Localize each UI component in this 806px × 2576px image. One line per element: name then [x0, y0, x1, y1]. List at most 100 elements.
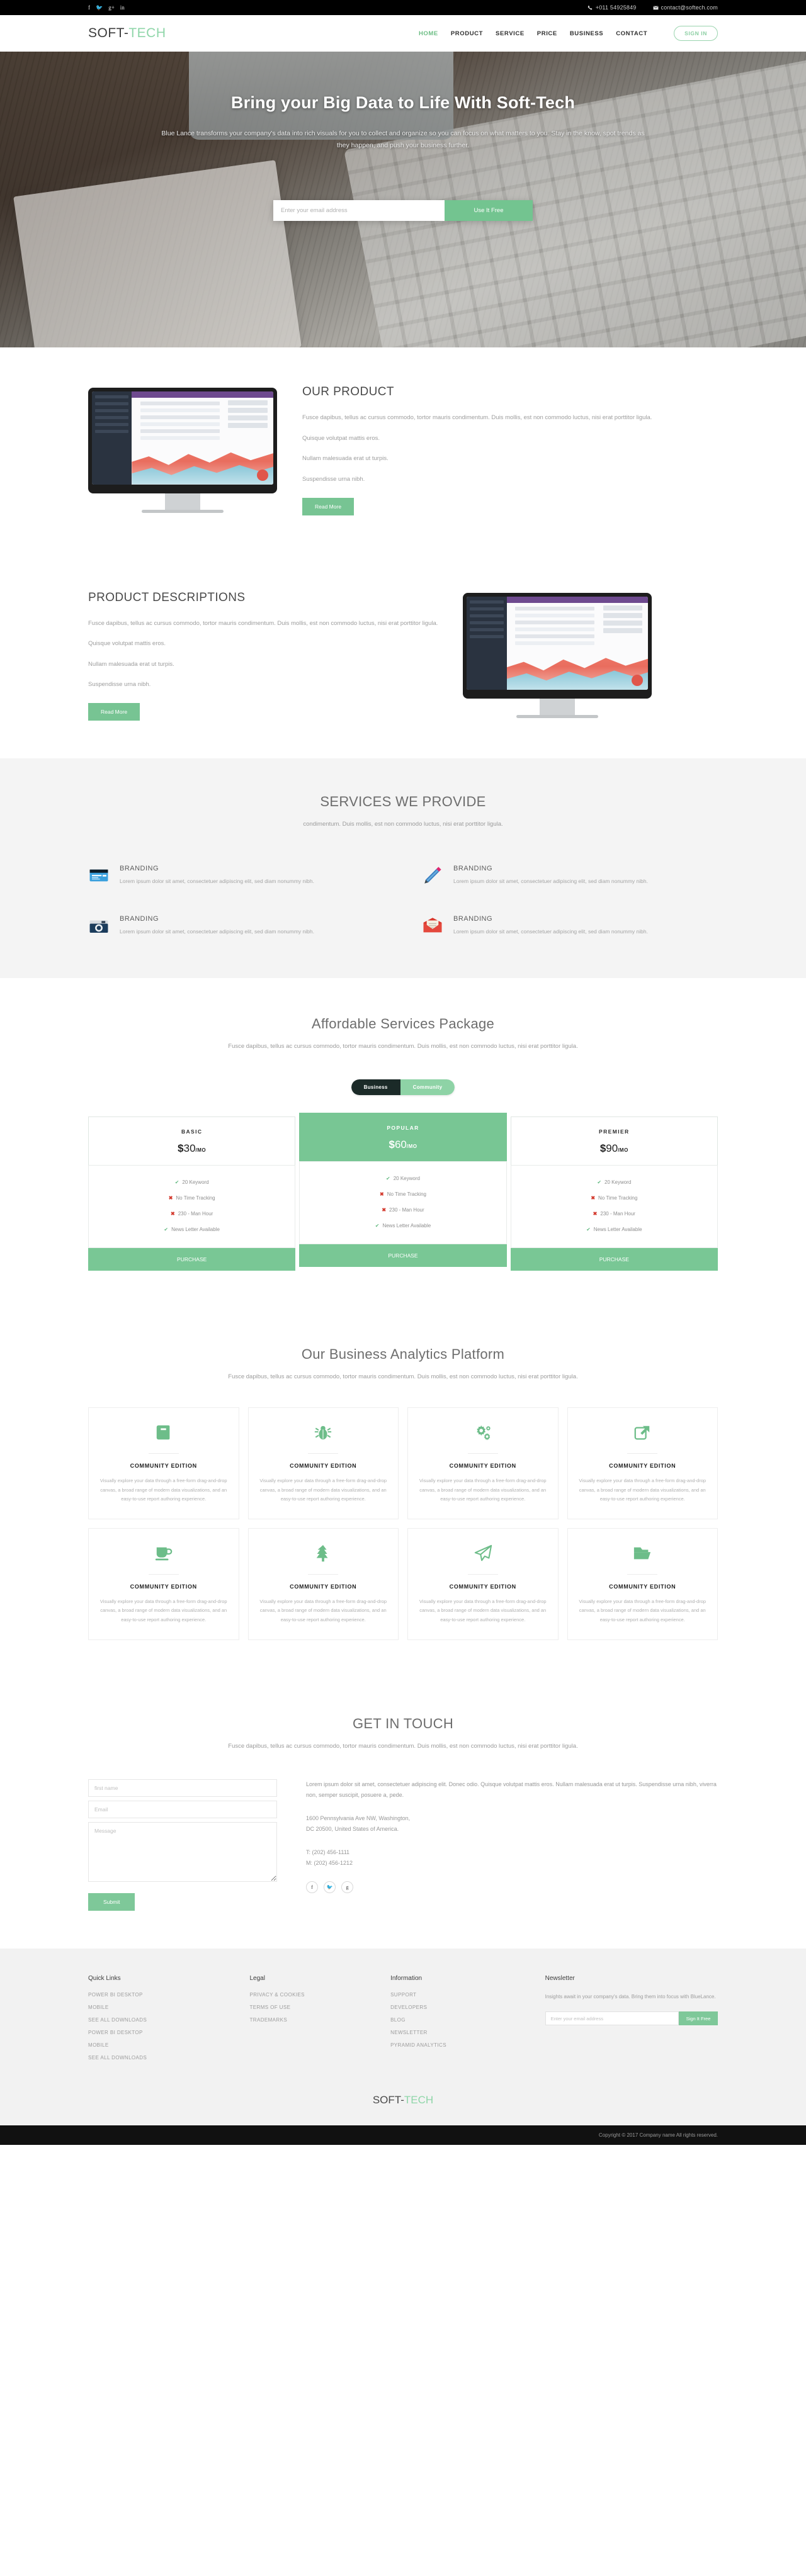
- plan-feature: ✖ 230 - Man Hour: [382, 1207, 424, 1213]
- plan-purchase-button[interactable]: PURCHASE: [88, 1248, 296, 1271]
- external-link-icon: [634, 1426, 650, 1440]
- footer-link[interactable]: PYRAMID ANALYTICS: [390, 2042, 529, 2048]
- plan-purchase-button[interactable]: PURCHASE: [299, 1244, 507, 1268]
- twitter-icon[interactable]: 🐦: [96, 4, 103, 11]
- contact-subtitle: Fusce dapibus, tellus ac cursus commodo,…: [228, 1742, 578, 1750]
- product-desc-read-more-button[interactable]: Read More: [88, 703, 140, 721]
- topbar-email[interactable]: contact@softech.com: [652, 4, 718, 11]
- edition-card[interactable]: COMMUNITY EDITION Visually explore your …: [407, 1407, 559, 1520]
- footer-link[interactable]: NEWSLETTER: [390, 2030, 529, 2035]
- nav-item-business[interactable]: BUSINESS: [570, 30, 603, 37]
- contact-info: Lorem ipsum dolor sit amet, consectetuer…: [306, 1779, 718, 1911]
- footer-link[interactable]: SEE ALL DOWNLOADS: [88, 2017, 234, 2023]
- service-card[interactable]: BRANDING Lorem ipsum dolor sit amet, con…: [422, 865, 718, 886]
- product-paragraph-4: Suspendisse urna nibh.: [302, 475, 365, 483]
- product-read-more-button[interactable]: Read More: [302, 497, 355, 515]
- footer-logo-main: SOFT-: [372, 2093, 404, 2106]
- twitter-icon[interactable]: 🐦: [324, 1881, 336, 1894]
- hero-heading: Bring your Big Data to Life With Soft-Te…: [230, 93, 576, 112]
- product-desc-paragraph-4: Suspendisse urna nibh.: [88, 681, 151, 689]
- product-desc-monitor-illustration: [463, 593, 652, 719]
- footer-logo[interactable]: SOFT-TECH: [88, 2094, 718, 2106]
- hero-cta-button[interactable]: Use It Free: [445, 200, 533, 221]
- site-logo[interactable]: SOFT-TECH: [88, 26, 166, 41]
- plan-purchase-button[interactable]: PURCHASE: [510, 1248, 718, 1271]
- nav-item-price[interactable]: PRICE: [537, 30, 557, 37]
- plan-feature: ✔ 20 Keyword: [597, 1179, 632, 1186]
- contact-email-input[interactable]: [88, 1800, 277, 1818]
- nav-item-contact[interactable]: CONTACT: [616, 30, 647, 37]
- service-text: Lorem ipsum dolor sit amet, consectetuer…: [120, 928, 314, 935]
- service-card[interactable]: BRANDING Lorem ipsum dolor sit amet, con…: [422, 915, 718, 936]
- service-title: BRANDING: [120, 865, 159, 873]
- edition-card[interactable]: COMMUNITY EDITION Visually explore your …: [567, 1407, 718, 1520]
- footer-link[interactable]: SUPPORT: [390, 1992, 529, 1998]
- analytics-subtitle: Fusce dapibus, tellus ac cursus commodo,…: [228, 1373, 578, 1381]
- footer-link[interactable]: MOBILE: [88, 2042, 234, 2048]
- edition-card[interactable]: COMMUNITY EDITION Visually explore your …: [247, 1528, 399, 1640]
- sign-in-button[interactable]: SIGN IN: [674, 26, 718, 41]
- edition-text: Visually explore your data through a fre…: [419, 1478, 547, 1502]
- edition-card[interactable]: COMMUNITY EDITION Visually explore your …: [247, 1407, 399, 1520]
- service-card[interactable]: BRANDING Lorem ipsum dolor sit amet, con…: [88, 865, 384, 886]
- our-product-section: OUR PRODUCT Fusce dapibus, tellus ac cur…: [0, 347, 806, 553]
- contact-first-name-input[interactable]: [88, 1779, 277, 1797]
- footer-column-heading: Quick Links: [88, 1974, 121, 1982]
- linkedin-icon[interactable]: in: [120, 4, 125, 11]
- cross-icon: ✖: [168, 1195, 173, 1201]
- footer-link[interactable]: DEVELOPERS: [390, 2005, 529, 2010]
- footer-column-heading: Legal: [249, 1974, 265, 1982]
- toggle-community-option[interactable]: Community: [400, 1079, 455, 1096]
- contact-mobile: M: (202) 456-1212: [306, 1860, 353, 1867]
- nav-item-product[interactable]: PRODUCT: [451, 30, 483, 37]
- footer-link[interactable]: PRIVACY & COOKIES: [250, 1992, 375, 1998]
- footer-link[interactable]: TERMS OF USE: [250, 2005, 375, 2010]
- topbar-phone-text: +011 54925849: [595, 4, 637, 11]
- phone-icon: [587, 5, 593, 10]
- service-title: BRANDING: [120, 915, 159, 923]
- logo-text-accent: TECH: [128, 26, 166, 40]
- service-title: BRANDING: [453, 865, 493, 873]
- cross-icon: ✖: [591, 1195, 596, 1201]
- toggle-business-option[interactable]: Business: [351, 1079, 400, 1096]
- pricing-plan-toggle: Business Community: [351, 1079, 455, 1096]
- edition-card[interactable]: COMMUNITY EDITION Visually explore your …: [567, 1528, 718, 1640]
- service-card[interactable]: BRANDING Lorem ipsum dolor sit amet, con…: [88, 915, 384, 936]
- plan-name: POPULAR: [387, 1125, 419, 1132]
- footer-link[interactable]: SEE ALL DOWNLOADS: [88, 2055, 234, 2061]
- contact-section: GET IN TOUCH Fusce dapibus, tellus ac cu…: [0, 1678, 806, 1949]
- gears-icon: [477, 1426, 491, 1441]
- nav-item-home[interactable]: HOME: [419, 30, 438, 37]
- footer-column-heading: Newsletter: [545, 1974, 575, 1982]
- edition-card[interactable]: COMMUNITY EDITION Visually explore your …: [88, 1407, 239, 1520]
- newsletter-email-input[interactable]: [545, 2011, 679, 2026]
- pricing-title: Affordable Services Package: [311, 1016, 495, 1032]
- product-descriptions-section: PRODUCT DESCRIPTIONS Fusce dapibus, tell…: [0, 553, 806, 759]
- cross-icon: ✖: [593, 1211, 598, 1217]
- footer-link[interactable]: POWER BI DESKTOP: [88, 1992, 234, 1998]
- plan-feature: ✖ No Time Tracking: [591, 1195, 638, 1201]
- edition-card[interactable]: COMMUNITY EDITION Visually explore your …: [88, 1528, 239, 1640]
- google-plus-icon[interactable]: g: [341, 1881, 353, 1894]
- footer-link[interactable]: POWER BI DESKTOP: [88, 2030, 234, 2035]
- cross-icon: ✖: [382, 1207, 387, 1213]
- site-footer: Quick Links POWER BI DESKTOP MOBILE SEE …: [0, 1948, 806, 2125]
- contact-message-textarea[interactable]: [88, 1821, 277, 1882]
- footer-link[interactable]: TRADEMARKS: [250, 2017, 375, 2023]
- newsletter-submit-button[interactable]: Sign It Free: [679, 2011, 718, 2026]
- plan-period: /MO: [195, 1147, 207, 1154]
- facebook-icon[interactable]: f: [306, 1881, 318, 1894]
- footer-link[interactable]: BLOG: [390, 2017, 529, 2023]
- hero-email-input[interactable]: [273, 200, 445, 221]
- plan-period: /MO: [618, 1147, 628, 1154]
- facebook-icon[interactable]: f: [88, 4, 90, 11]
- copyright-bar: Copyright © 2017 Company name All rights…: [0, 2125, 806, 2145]
- footer-link[interactable]: MOBILE: [88, 2005, 234, 2010]
- envelope-icon: [423, 918, 442, 933]
- nav-item-service[interactable]: SERVICE: [496, 30, 525, 37]
- topbar-phone[interactable]: +011 54925849: [587, 4, 637, 11]
- contact-submit-button[interactable]: Submit: [88, 1893, 135, 1911]
- edition-title: COMMUNITY EDITION: [130, 1583, 197, 1590]
- edition-card[interactable]: COMMUNITY EDITION Visually explore your …: [407, 1528, 559, 1640]
- google-plus-icon[interactable]: g+: [108, 4, 115, 11]
